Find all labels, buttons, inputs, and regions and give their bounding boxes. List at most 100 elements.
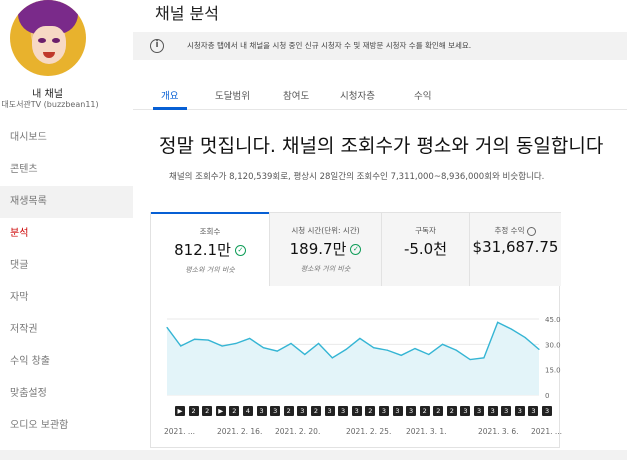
video-count-marker[interactable]: 3 bbox=[406, 406, 417, 416]
channel-handle: 대도서관TV (buzzbean11) bbox=[1, 100, 99, 109]
metric-revenue[interactable]: 추정 수익 $31,687.75 bbox=[469, 212, 561, 286]
data-point bbox=[180, 345, 182, 347]
views-chart[interactable]: 45.0만 30.0만 15.0만 0 bbox=[151, 307, 561, 407]
data-point bbox=[441, 343, 444, 345]
x-tick-label: 2021. 2. 25. bbox=[346, 427, 392, 436]
x-tick-label: 2021. ... bbox=[164, 427, 196, 436]
data-point bbox=[483, 357, 485, 359]
y-tick-label: 0 bbox=[545, 392, 549, 400]
video-count-marker[interactable]: 3 bbox=[297, 406, 308, 416]
data-point bbox=[193, 338, 196, 340]
video-count-marker[interactable]: 3 bbox=[474, 406, 485, 416]
sidebar-item-copyright[interactable]: 저작권 bbox=[0, 314, 133, 346]
tab-audience[interactable]: 시청자층 bbox=[340, 88, 375, 102]
active-tab-indicator bbox=[153, 107, 187, 110]
data-point bbox=[524, 336, 526, 339]
data-point bbox=[331, 357, 333, 359]
video-count-marker[interactable]: 2 bbox=[365, 406, 376, 416]
video-count-marker[interactable]: 2 bbox=[202, 406, 213, 416]
metric-subscribers[interactable]: 구독자 -5.0천 bbox=[381, 212, 469, 286]
sidebar-item-comments[interactable]: 댓글 bbox=[0, 250, 133, 282]
tab-engagement[interactable]: 참여도 bbox=[283, 88, 309, 102]
data-point bbox=[317, 342, 320, 345]
sidebar-item-customization[interactable]: 맞춤설정 bbox=[0, 378, 133, 410]
metric-views[interactable]: 조회수 812.1만 ✓ 평소와 거의 비슷 bbox=[151, 212, 269, 286]
video-count-marker[interactable]: 3 bbox=[514, 406, 525, 416]
sidebar-item-monetization[interactable]: 수익 창출 bbox=[0, 346, 133, 378]
x-tick-label: 2021. 2. 20. bbox=[275, 427, 321, 436]
video-play-marker[interactable]: ▶ bbox=[215, 406, 226, 416]
metric-value: 812.1만 ✓ bbox=[151, 239, 269, 260]
data-point bbox=[166, 326, 168, 329]
video-count-marker[interactable]: 3 bbox=[324, 406, 335, 416]
metric-watch-time[interactable]: 시청 시간(단위: 시간) 189.7만 ✓ 평소와 거의 비슷 bbox=[269, 212, 381, 286]
video-count-marker[interactable]: 2 bbox=[433, 406, 444, 416]
sidebar: 내 채널 대도서관TV (buzzbean11) 대시보드 콘텐츠 재생목록 분… bbox=[0, 0, 133, 460]
data-point bbox=[373, 347, 375, 349]
data-point bbox=[207, 339, 209, 341]
clock-icon bbox=[527, 226, 537, 236]
channel-avatar[interactable] bbox=[10, 0, 86, 76]
video-count-marker[interactable]: 3 bbox=[351, 406, 362, 416]
video-count-marker[interactable]: 3 bbox=[256, 406, 267, 416]
data-point bbox=[414, 347, 416, 350]
sidebar-item-dashboard[interactable]: 대시보드 bbox=[0, 122, 133, 154]
data-point bbox=[221, 345, 223, 347]
video-count-marker[interactable]: 3 bbox=[392, 406, 403, 416]
info-banner: i 시청자층 탭에서 내 채널을 시청 중인 신규 시청자 수 및 재방문 시청… bbox=[133, 32, 627, 60]
metric-note: 평소와 거의 비슷 bbox=[300, 265, 351, 273]
y-tick-label: 15.0만 bbox=[545, 366, 561, 375]
video-count-marker[interactable]: 2 bbox=[310, 406, 321, 416]
sidebar-item-content[interactable]: 콘텐츠 bbox=[0, 154, 133, 186]
video-count-marker[interactable]: 3 bbox=[338, 406, 349, 416]
x-tick-label: 2021. 3. 1. bbox=[406, 427, 447, 436]
video-count-marker[interactable]: 3 bbox=[528, 406, 539, 416]
video-count-marker[interactable]: 2 bbox=[283, 406, 294, 416]
metrics-row: 조회수 812.1만 ✓ 평소와 거의 비슷 시청 시간(단위: 시간) 189.… bbox=[151, 212, 561, 286]
chart-area bbox=[167, 322, 539, 395]
video-count-marker[interactable]: 3 bbox=[487, 406, 498, 416]
overview-card: 조회수 812.1만 ✓ 평소와 거의 비슷 시청 시간(단위: 시간) 189.… bbox=[150, 212, 563, 448]
sidebar-item-subtitles[interactable]: 자막 bbox=[0, 282, 133, 314]
data-point bbox=[345, 348, 347, 350]
data-point bbox=[290, 342, 292, 345]
tab-reach[interactable]: 도달범위 bbox=[215, 88, 250, 102]
x-tick-label: 2021. 2. 16. bbox=[217, 427, 263, 436]
check-icon: ✓ bbox=[350, 244, 362, 255]
info-text: 시청자층 탭에서 내 채널을 시청 중인 신규 시청자 수 및 재방문 시청자 … bbox=[187, 41, 472, 50]
data-point bbox=[235, 342, 237, 345]
data-point bbox=[276, 350, 278, 352]
video-count-marker[interactable]: 3 bbox=[270, 406, 281, 416]
video-count-marker[interactable]: 3 bbox=[542, 406, 553, 416]
video-count-marker[interactable]: 4 bbox=[242, 406, 253, 416]
tab-revenue[interactable]: 수익 bbox=[414, 88, 431, 102]
video-count-marker[interactable]: 3 bbox=[501, 406, 512, 416]
data-point bbox=[497, 321, 499, 323]
x-tick-label: 2021. ... bbox=[531, 427, 563, 436]
video-count-marker[interactable]: 2 bbox=[188, 406, 199, 416]
video-count-marker[interactable]: 3 bbox=[460, 406, 471, 416]
analytics-tabs: 개요 도달범위 참여도 시청자층 수익 bbox=[133, 80, 627, 110]
video-count-marker[interactable]: 2 bbox=[446, 406, 457, 416]
video-count-marker[interactable]: 3 bbox=[378, 406, 389, 416]
sidebar-item-playlists[interactable]: 재생목록 bbox=[0, 186, 133, 218]
video-count-marker[interactable]: 2 bbox=[419, 406, 430, 416]
data-point bbox=[386, 349, 389, 351]
metric-note: 평소와 거의 비슷 bbox=[185, 266, 235, 274]
data-point bbox=[359, 337, 361, 340]
sidebar-item-analytics[interactable]: 분석 bbox=[0, 218, 133, 250]
sidebar-item-audio-library[interactable]: 오디오 보관함 bbox=[0, 410, 133, 442]
metric-value: -5.0천 bbox=[403, 240, 448, 258]
headline: 정말 멋집니다. 채널의 조회수가 평소와 거의 동일합니다 bbox=[159, 135, 604, 157]
video-play-marker[interactable]: ▶ bbox=[175, 406, 185, 416]
metric-value: $31,687.75 bbox=[472, 238, 559, 256]
video-count-marker[interactable]: 2 bbox=[229, 406, 240, 416]
info-icon: i bbox=[150, 39, 164, 53]
data-point bbox=[304, 353, 306, 356]
x-tick-label: 2021. 3. 6. bbox=[478, 427, 519, 436]
data-point bbox=[428, 353, 430, 356]
tab-overview[interactable]: 개요 bbox=[161, 88, 178, 102]
metric-label: 시청 시간(단위: 시간) bbox=[291, 226, 360, 235]
sidebar-nav: 대시보드 콘텐츠 재생목록 분석 댓글 자막 저작권 수익 창출 맞춤설정 오디… bbox=[0, 122, 133, 442]
data-point bbox=[400, 354, 402, 356]
